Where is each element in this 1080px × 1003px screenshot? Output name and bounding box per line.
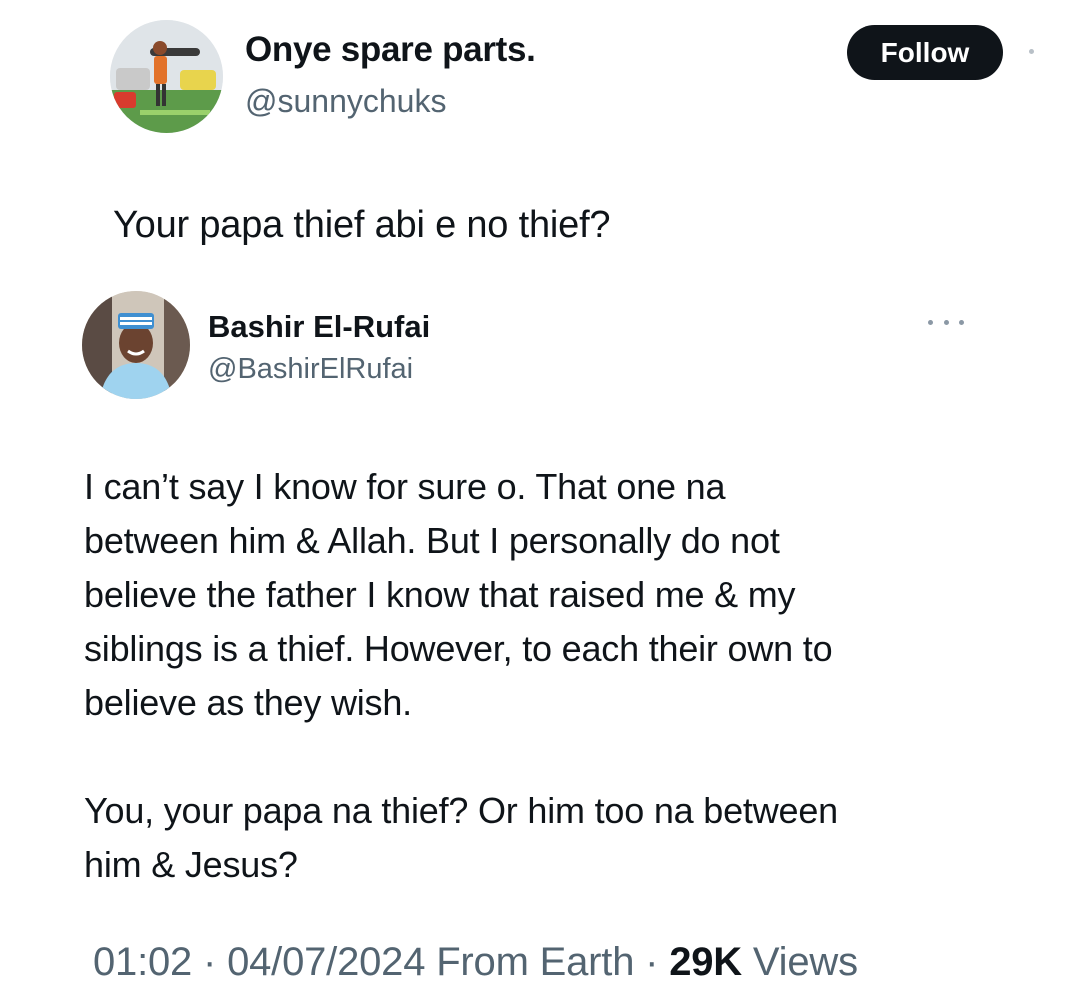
tweet-source: From Earth bbox=[436, 940, 635, 984]
outer-author-handle[interactable]: @sunnychuks bbox=[245, 83, 446, 120]
outer-author-name[interactable]: Onye spare parts. bbox=[245, 30, 536, 70]
tweet-meta: 01:02 · 04/07/2024 From Earth · 29K View… bbox=[93, 940, 858, 985]
reply-author-avatar[interactable] bbox=[82, 291, 190, 399]
outer-tweet-text: Your papa thief abi e no thief? bbox=[113, 204, 611, 246]
tweet-date[interactable]: 04/07/2024 bbox=[227, 940, 425, 984]
more-icon[interactable] bbox=[1026, 46, 1036, 56]
reply-text-line: You, your papa na thief? Or him too na b… bbox=[84, 790, 838, 831]
views-label[interactable]: Views bbox=[753, 940, 858, 984]
reply-text-line: siblings is a thief. However, to each th… bbox=[84, 628, 833, 669]
reply-author-name[interactable]: Bashir El-Rufai bbox=[208, 309, 430, 345]
views-count[interactable]: 29K bbox=[669, 940, 742, 984]
outer-author-avatar[interactable] bbox=[110, 20, 223, 133]
meta-separator: · bbox=[203, 940, 217, 984]
reply-text-line: between him & Allah. But I personally do… bbox=[84, 520, 780, 561]
reply-text-line: him & Jesus? bbox=[84, 844, 298, 885]
follow-button[interactable]: Follow bbox=[847, 25, 1003, 80]
reply-text-line: believe as they wish. bbox=[84, 682, 412, 723]
reply-tweet-text: I can’t say I know for sure o. That one … bbox=[84, 460, 984, 892]
tweet-time[interactable]: 01:02 bbox=[93, 940, 192, 984]
reply-text-line: I can’t say I know for sure o. That one … bbox=[84, 466, 726, 507]
reply-text-line: believe the father I know that raised me… bbox=[84, 574, 796, 615]
reply-author-handle[interactable]: @BashirElRufai bbox=[208, 353, 413, 386]
more-icon[interactable] bbox=[928, 312, 964, 332]
meta-separator: · bbox=[645, 940, 659, 984]
